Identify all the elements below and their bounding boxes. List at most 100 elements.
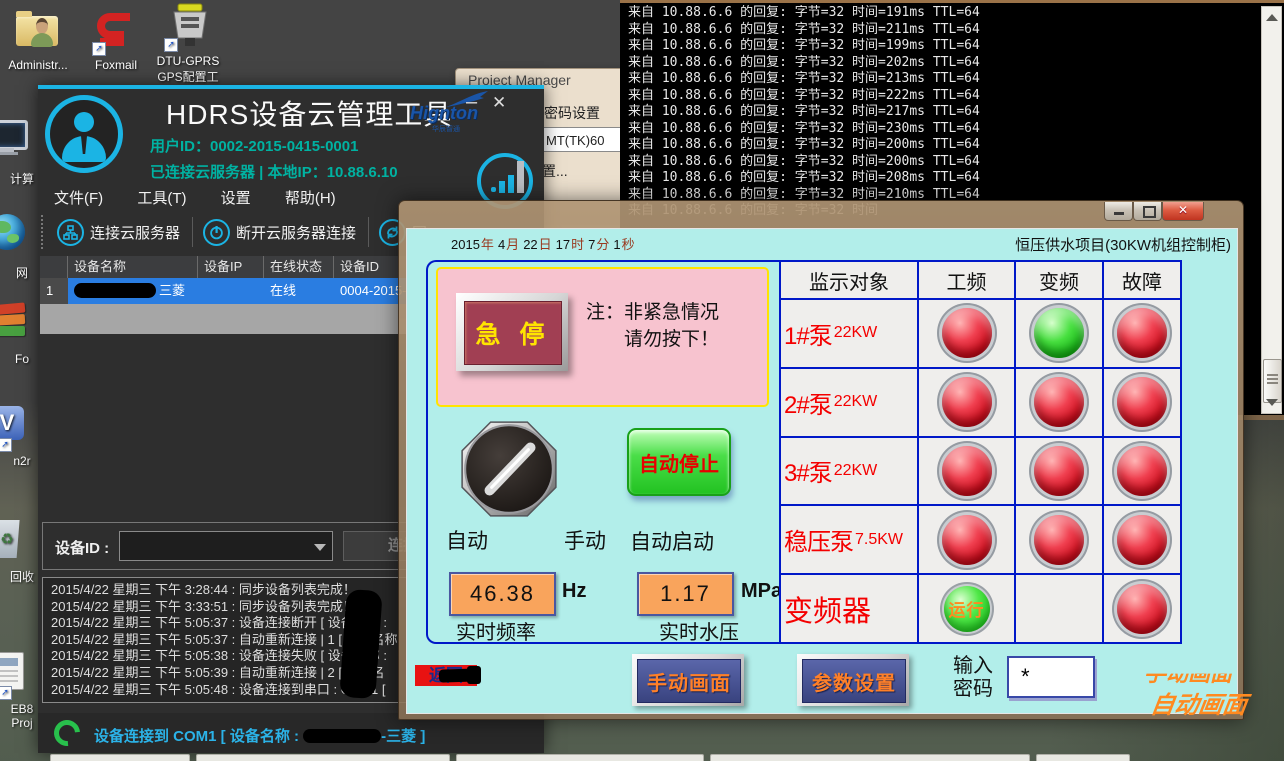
desktop-icon-administrator[interactable]: Administr...: [2, 6, 74, 72]
grid-header-cell: 监示对象: [781, 262, 917, 298]
scada-grid: 监示对象工频变频故障1#泵22KW2#泵22KW3#泵22KW稳压泵7.5KW变…: [779, 260, 1182, 644]
pressure-display: 1.17: [637, 572, 734, 616]
minimize-button[interactable]: [1104, 202, 1133, 221]
foxmail-icon: ➚: [80, 6, 152, 56]
datetime-number: 22: [523, 237, 537, 252]
icon-label: Administr...: [2, 58, 74, 72]
ping-line: 来自 10.88.6.6 的回复: 字节=32 时间=230ms TTL=64: [628, 121, 1258, 138]
menu-item-tools[interactable]: 工具(T): [137, 190, 186, 207]
light-cell: [919, 369, 1014, 436]
status-text: 设备连接到 COM1 [ 设备名称 : -三菱 ]: [94, 725, 425, 746]
globe-shape: [0, 214, 25, 250]
status-light-red: [942, 515, 992, 565]
parameter-settings-button[interactable]: 参数设置: [797, 654, 909, 706]
maximize-button[interactable]: [1133, 202, 1162, 221]
logo-subtext: 华辰智通: [432, 124, 490, 134]
close-button[interactable]: ✕: [1162, 202, 1204, 221]
light-cell: [1104, 369, 1180, 436]
taskbar-sliver[interactable]: [196, 754, 450, 761]
taskbar-sliver[interactable]: [456, 754, 704, 761]
manual-screen-button[interactable]: 手动画面: [632, 654, 744, 706]
project-title: 恒压供水项目(30KW机组控制柜): [1015, 234, 1231, 255]
chevron-down-icon: [314, 544, 326, 551]
datetime-number: 7: [588, 237, 595, 252]
terminal-scrollbar[interactable]: [1261, 6, 1282, 414]
taskbar-sliver[interactable]: [50, 754, 190, 761]
desktop-icon-foxmail[interactable]: ➚ Foxmail: [80, 6, 152, 72]
device-id-label: 设备ID :: [55, 537, 109, 558]
ping-line: 来自 10.88.6.6 的回复: 字节=32 时间=199ms TTL=64: [628, 38, 1258, 55]
user-id-text: 用户ID：0002-2015-0415-0001: [150, 135, 358, 156]
avatar-head: [74, 112, 94, 132]
shortcut-arrow-icon: ➚: [0, 686, 12, 700]
emergency-stop-button[interactable]: 急 停: [456, 293, 568, 371]
status-light-red: [1117, 446, 1167, 496]
taskbar-sliver[interactable]: [1036, 754, 1130, 761]
pump-name: 3#泵: [784, 453, 832, 488]
scada-datetime: 2015年4月22日17时7分1秒: [447, 234, 635, 253]
redaction-blob: [339, 589, 382, 699]
status-light-red: [1034, 515, 1084, 565]
connect-cloud-button[interactable]: 连接云服务器: [57, 219, 180, 246]
toolbar-separator: [368, 217, 369, 247]
disconnect-cloud-button[interactable]: 断开云服务器连接: [203, 219, 356, 246]
redaction-blob: [74, 283, 156, 298]
minimize-icon[interactable]: –: [466, 91, 477, 114]
connect-cloud-icon: [57, 219, 84, 246]
status-suffix: -三菱 ]: [381, 728, 425, 745]
auto-stop-button[interactable]: 自动停止: [627, 428, 731, 496]
pump-power: 22KW: [834, 324, 878, 342]
grid-header-cell: 变频: [1016, 262, 1102, 298]
icon-label: DTU-GPRS: [152, 54, 224, 68]
connection-info-text: 已连接云服务器 | 本地IP：10.88.6.10: [150, 161, 398, 182]
shortcut-arrow-icon: ➚: [164, 38, 178, 52]
device-id-combobox[interactable]: [119, 531, 333, 561]
light-cell: [919, 438, 1014, 505]
light-cell: [1016, 369, 1102, 436]
menu-item-settings[interactable]: 设置: [221, 190, 251, 207]
light-cell: [1016, 575, 1102, 642]
datetime-unit: 时: [571, 237, 584, 252]
password-input[interactable]: [1007, 656, 1095, 698]
status-prefix: 设备连接到 COM1 [ 设备名称 :: [94, 728, 303, 745]
taskbar-sliver[interactable]: [710, 754, 1030, 761]
pump-name: 1#泵: [784, 316, 832, 351]
control-panel: 急 停 注：非紧急情况 请勿按下！: [426, 260, 779, 644]
shortcut-arrow-icon: ➚: [92, 42, 106, 56]
toolbar-grip[interactable]: [41, 215, 47, 249]
ping-line: 来自 10.88.6.6 的回复: 字节=32 时间=208ms TTL=64: [628, 170, 1258, 187]
status-light-red: [1117, 377, 1167, 427]
light-cell: [1016, 438, 1102, 505]
scroll-down-icon[interactable]: [1266, 399, 1278, 406]
menu-item-file[interactable]: 文件(F): [54, 190, 103, 207]
menu-item-help[interactable]: 帮助(H): [285, 190, 336, 207]
light-cell: [919, 300, 1014, 367]
datetime-unit: 秒: [622, 237, 635, 252]
pump-label-cell: 变频器: [781, 575, 917, 642]
close-icon[interactable]: ✕: [492, 93, 506, 113]
back-button[interactable]: 返回: [415, 665, 477, 686]
ghost-screen-text: 自动画面: [1149, 685, 1250, 720]
knob-label-auto: 自动: [446, 525, 488, 555]
note-line2: 请勿按下！: [624, 326, 719, 353]
col-header-name: 设备名称: [68, 256, 198, 278]
scroll-up-icon[interactable]: [1266, 14, 1278, 21]
scroll-thumb[interactable]: [1263, 359, 1282, 403]
model-field[interactable]: MT(TK)60: [540, 127, 626, 152]
pump-name: 变频器: [784, 588, 871, 630]
scada-content: 2015年4月22日17时7分1秒 恒压供水项目(30KW机组控制柜) 急 停 …: [406, 228, 1238, 714]
col-header-status: 在线状态: [264, 256, 334, 278]
monitor-base: [0, 152, 18, 155]
knob-labels: 自动 手动: [446, 525, 606, 555]
scada-window: ✕ 2015年4月22日17时7分1秒 恒压供水项目(30KW机组控制柜) 急 …: [398, 200, 1244, 720]
button-face: 参数设置: [802, 659, 906, 703]
shortcut-arrow-icon: ➚: [0, 438, 12, 452]
light-cell: [1104, 575, 1180, 642]
ping-line: 来自 10.88.6.6 的回复: 字节=32 时间=213ms TTL=64: [628, 71, 1258, 88]
pump-power: 22KW: [834, 393, 878, 411]
auto-manual-knob[interactable]: [456, 416, 562, 527]
status-light-red: [1117, 308, 1167, 358]
desktop-icon-dtu-gprs[interactable]: ➚ DTU-GPRS GPS配置工: [152, 2, 224, 85]
page-shape: [0, 652, 24, 690]
maximize-icon: [1143, 206, 1156, 218]
